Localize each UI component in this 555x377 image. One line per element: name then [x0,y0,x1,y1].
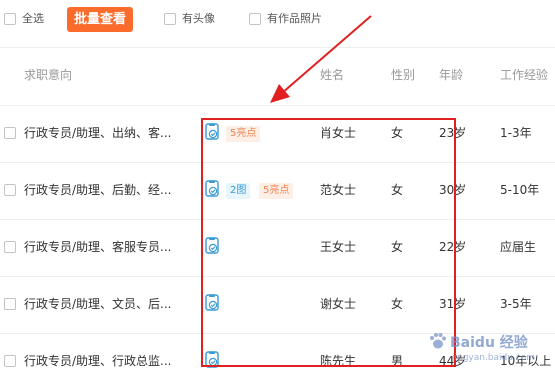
row-checkbox[interactable] [4,127,16,139]
has-portfolio-photo-checkbox[interactable] [249,13,261,25]
has-avatar-label[interactable]: 有头像 [182,12,215,26]
filter-toolbar: 全选 批量查看 有头像 有作品照片 [0,0,555,48]
select-all-label[interactable]: 全选 [22,12,44,26]
baidu-paw-icon [430,333,446,349]
candidate-experience: 应届生 [500,240,537,254]
watermark-brand: Baidu 经验 [450,335,528,351]
row-checkbox[interactable] [4,298,16,310]
has-avatar-checkbox[interactable] [164,13,176,25]
batch-view-button[interactable]: 批量查看 [67,7,133,32]
row-checkbox[interactable] [4,355,16,367]
row-checkbox[interactable] [4,241,16,253]
has-portfolio-photo-label[interactable]: 有作品照片 [267,12,322,26]
job-intent-link[interactable]: 行政专员/助理、后勤、经... [24,183,172,197]
job-intent-link[interactable]: 行政专员/助理、客服专员... [24,240,172,254]
watermark-domain: jingyan.baidu.com [452,353,536,363]
header-age: 年龄 [439,68,464,82]
table-header: 求职意向 姓名 性别 年龄 工作经验 [0,48,555,105]
header-experience: 工作经验 [500,68,549,82]
candidate-experience: 3-5年 [500,297,532,311]
header-name: 姓名 [320,68,345,82]
select-all-checkbox[interactable] [4,13,16,25]
job-intent-link[interactable]: 行政专员/助理、出纳、客... [24,126,172,140]
candidate-experience: 1-3年 [500,126,532,140]
header-job-intent: 求职意向 [24,68,73,82]
highlight-box [201,118,456,367]
header-gender: 性别 [391,68,416,82]
candidate-experience: 5-10年 [500,183,540,197]
job-intent-link[interactable]: 行政专员/助理、文员、后... [24,297,172,311]
row-checkbox[interactable] [4,184,16,196]
job-intent-link[interactable]: 行政专员/助理、行政总监... [24,354,172,368]
baidu-watermark: Baidu 经验 jingyan.baidu.com [422,327,555,373]
